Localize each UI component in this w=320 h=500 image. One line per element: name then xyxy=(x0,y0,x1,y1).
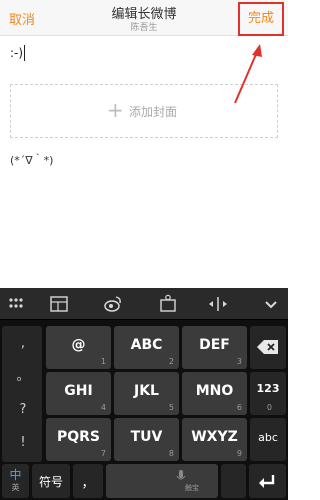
collapse-icon[interactable] xyxy=(260,294,282,314)
backspace-icon xyxy=(257,340,278,354)
key-tuv[interactable]: TUV 8 xyxy=(114,418,179,461)
comma-key[interactable]: ， xyxy=(73,464,103,498)
add-cover-button[interactable]: + 添加封面 xyxy=(10,84,278,138)
key-def[interactable]: DEF 3 xyxy=(182,326,247,369)
symbol-key[interactable]: 符号 xyxy=(32,464,70,498)
key-abc[interactable]: ABC 2 xyxy=(114,326,179,369)
header-bar: 取消 编辑长微博 陈吾生 完成 xyxy=(0,0,288,36)
keyboard-toolbar xyxy=(0,288,288,320)
key-jkl[interactable]: JKL 5 xyxy=(114,372,179,415)
clipboard-icon[interactable] xyxy=(48,294,70,314)
done-button[interactable]: 完成 xyxy=(238,2,284,36)
punctuation-column: , 。 ? ! xyxy=(2,326,42,462)
microphone-icon xyxy=(176,470,186,480)
text-cursor xyxy=(24,45,25,61)
enter-icon xyxy=(259,475,275,488)
key-at[interactable]: @ 1 xyxy=(46,326,111,369)
abc-mode-key[interactable]: abc xyxy=(250,418,286,461)
settings-icon[interactable] xyxy=(157,294,179,314)
key-wxyz[interactable]: WXYZ 9 xyxy=(182,418,247,461)
punct-key[interactable]: ? xyxy=(4,398,42,422)
key-pqrs[interactable]: PQRS 7 xyxy=(46,418,111,461)
numeric-key[interactable]: 123 0 xyxy=(250,372,286,415)
punct-key[interactable]: 。 xyxy=(4,365,42,389)
punct-key[interactable]: ! xyxy=(4,431,42,455)
editor-text[interactable]: :-) xyxy=(10,46,23,60)
add-cover-label: 添加封面 xyxy=(129,105,178,119)
plus-icon: + xyxy=(107,98,124,122)
emoji-keyboard-icon[interactable] xyxy=(5,294,27,314)
language-switch-key[interactable]: 中 英 xyxy=(2,464,29,498)
keyboard: , 。 ? ! @ 1 ABC 2 DEF 3 GHI 4 JKL 5 MNO … xyxy=(0,288,288,500)
key-ghi[interactable]: GHI 4 xyxy=(46,372,111,415)
space-key[interactable]: 触宝 xyxy=(106,464,218,498)
punct-key[interactable]: , xyxy=(4,332,42,356)
weibo-icon[interactable] xyxy=(102,294,124,314)
enter-key[interactable] xyxy=(249,464,286,498)
backspace-key[interactable] xyxy=(250,326,286,369)
key-mno[interactable]: MNO 6 xyxy=(182,372,247,415)
period-key[interactable] xyxy=(221,464,246,498)
kaomoji-text[interactable]: (*´∇｀*) xyxy=(10,152,53,168)
cursor-move-icon[interactable] xyxy=(206,294,230,314)
